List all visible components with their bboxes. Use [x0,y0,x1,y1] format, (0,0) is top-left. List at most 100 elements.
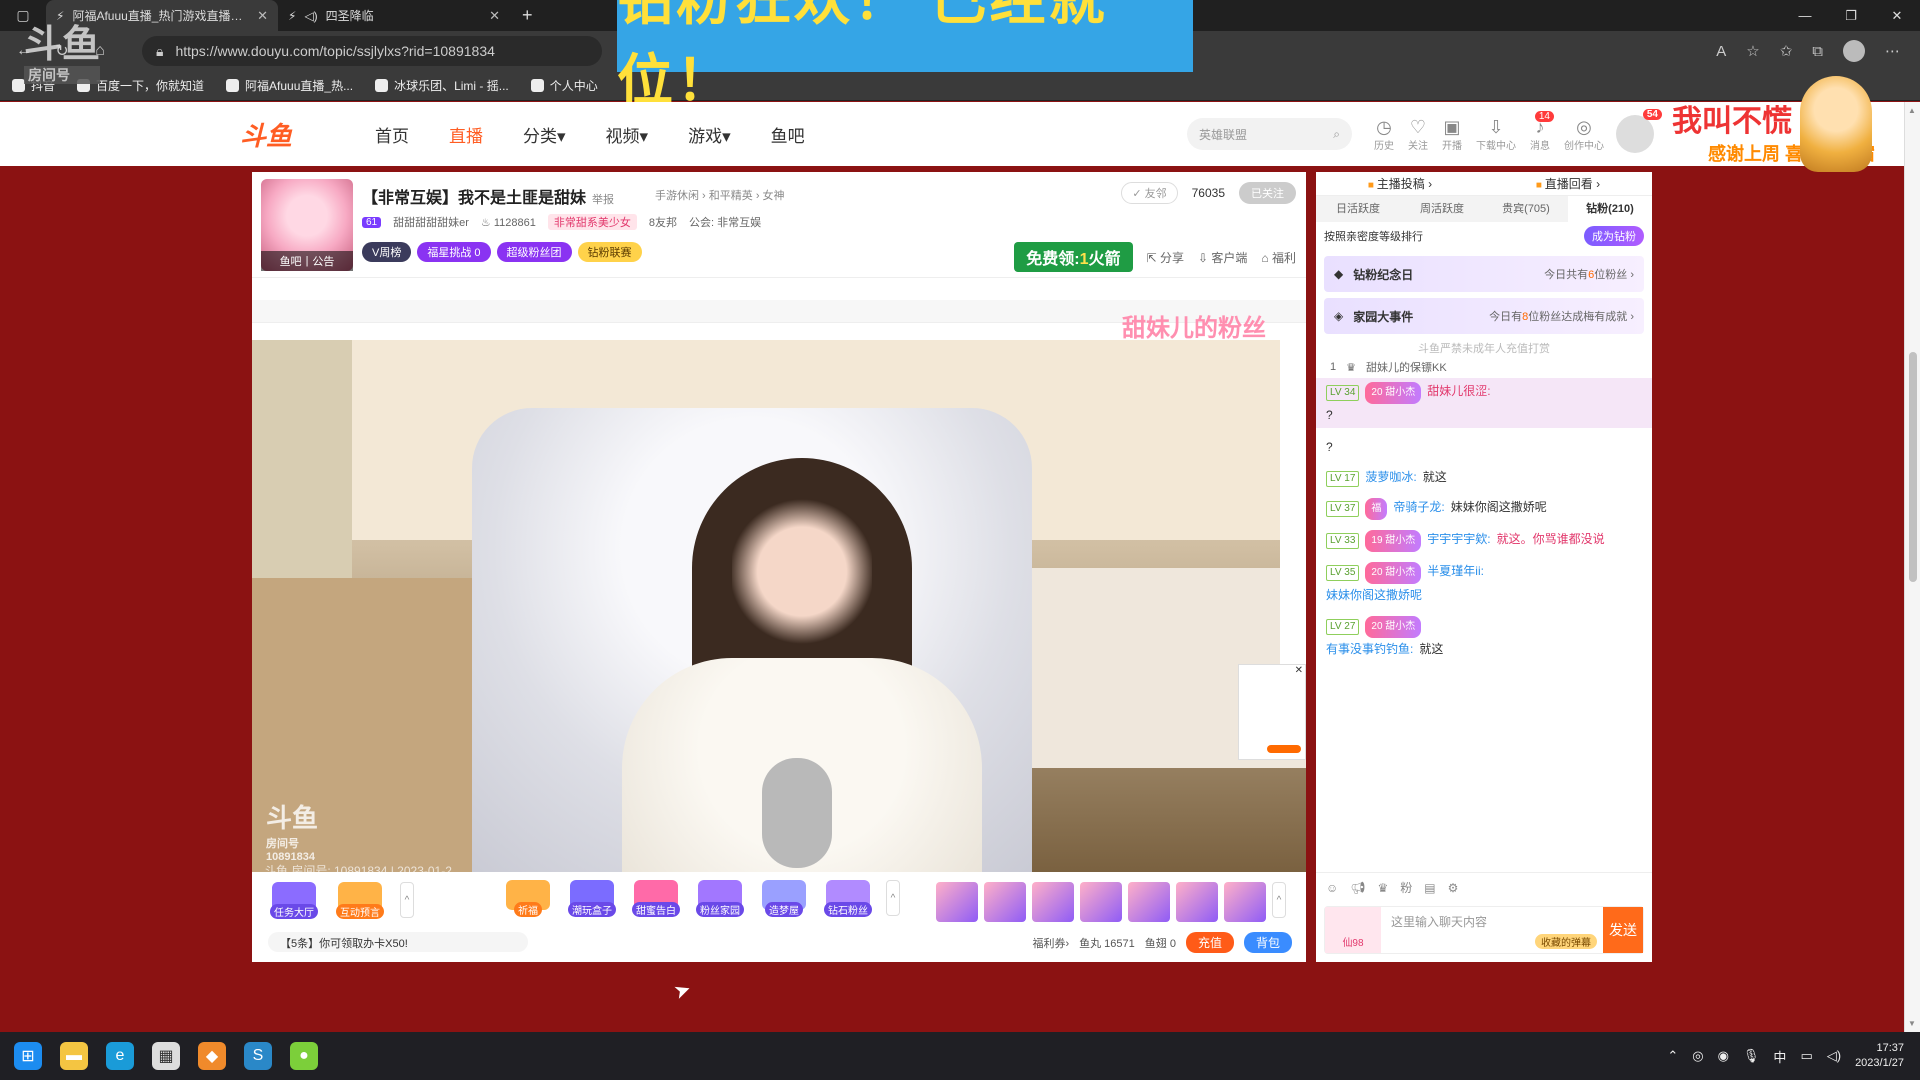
search-icon[interactable]: ⌕ [1333,127,1340,142]
task-tip[interactable]: 【5条】你可领取办卡X50! [268,932,528,952]
diamond-fan-button[interactable]: 钻石粉丝 [822,880,874,917]
network-icon[interactable]: ▭ [1800,1048,1812,1064]
chat-message[interactable]: ? [1326,436,1642,458]
tool-broadcast[interactable]: ▣ 开播 [1442,117,1462,152]
weekly-rank-pill[interactable]: V周榜 [362,242,412,262]
tab-daily[interactable]: 日活跃度 [1316,196,1400,222]
collapse-arrow-icon[interactable]: ^ [400,882,414,918]
sweet-confession-button[interactable]: 甜蜜告白 [630,880,682,917]
search-input[interactable]: 英雄联盟 ⌕ [1187,118,1352,150]
fan-title-badge[interactable]: 非常甜系美少女 [547,214,637,230]
menu-item-category[interactable]: 分类▾ [523,122,566,147]
microphone-icon[interactable]: 🎙︎ [1743,1048,1760,1064]
free-rocket-button[interactable]: 免费领:1火箭 [1014,242,1133,272]
close-tab-icon[interactable]: ✕ [489,8,500,24]
super-fan-pill[interactable]: 超级粉丝团 [496,242,572,262]
fan-home-button[interactable]: 粉丝家园 [694,880,746,917]
scrollbar-thumb[interactable] [1909,352,1917,582]
read-aloud-icon[interactable]: A [1716,43,1726,60]
collections-icon[interactable]: ⧉ [1812,43,1823,60]
report-link[interactable]: 举报 [592,194,614,206]
chat-message[interactable]: LV 33 19 甜小杰 宇宇宇宇欸: 就这。你骂谁都没说 [1326,528,1642,552]
gift-item[interactable] [1128,882,1170,922]
gift-item[interactable] [984,882,1026,922]
home-event-card[interactable]: ◈ 家园大事件 今日有8位粉丝达成梅有成就 › [1324,298,1644,334]
category-breadcrumb[interactable]: 手游休闲 › 和平精英 › 女神 [655,187,785,203]
speaker-icon[interactable]: ◁) [304,9,317,23]
volume-icon[interactable]: ◁) [1827,1048,1841,1064]
fan-icon[interactable]: 粉 [1400,879,1412,896]
follow-button[interactable]: 已关注 [1239,182,1296,204]
guild-label[interactable]: 公会: 非常互娱 [689,214,761,230]
lucky-star-pill[interactable]: 福星挑战 0 [417,242,491,262]
crown-icon[interactable]: ♛ [1378,881,1389,895]
diamond-league-pill[interactable]: 钻粉联赛 [577,242,642,262]
chat-user-avatar[interactable]: 仙98 [1325,907,1381,953]
welfare-coupon-link[interactable]: 福利券› [1032,935,1069,951]
menu-item-yuba[interactable]: 鱼吧 [771,122,805,147]
emoji-icon[interactable]: ☺ [1326,881,1338,895]
video-stream[interactable]: 甜妹儿的粉丝 ✕ 斗鱼 房间号 10891834 斗鱼 房间号: 10891834 … [252,278,1306,872]
bookmark-item[interactable]: 冰球乐团、Limi - 摇... [375,77,509,94]
client-button[interactable]: ⇩ 客户端 [1198,249,1247,266]
menu-item-live[interactable]: 直播 [449,122,483,147]
menu-item-home[interactable]: 首页 [375,122,409,147]
close-window-icon[interactable]: ✕ [1874,8,1920,24]
tab-diamond[interactable]: 钻粉(210) [1568,196,1652,222]
pray-button[interactable]: 祈福 [502,880,554,917]
douyu-logo[interactable]: 斗鱼 [240,116,320,153]
user-avatar[interactable]: 54 [1616,109,1662,153]
bookmark-item[interactable]: 个人中心 [530,77,598,94]
tool-messages[interactable]: ♪ 14 消息 [1530,110,1554,152]
system-clock[interactable]: 17:37 2023/1/27 [1855,1041,1904,1071]
chat-message[interactable]: LV 34 20 甜小杰 甜妹儿很涩:? [1316,378,1652,428]
tool-download[interactable]: ⇩ 下载中心 [1476,117,1516,152]
tool-creator[interactable]: ◎ 创作中心 [1564,117,1604,152]
close-tab-icon[interactable]: ✕ [257,8,268,24]
tab-weekly[interactable]: 周活跃度 [1400,196,1484,222]
gift-item[interactable] [1176,882,1218,922]
favorites-icon[interactable]: ✩ [1780,42,1793,60]
gift-item[interactable] [1224,882,1266,922]
scroll-down-icon[interactable]: ▼ [1908,1019,1916,1028]
url-field[interactable]: 🔒︎ https://www.douyu.com/topic/ssjlylxs?… [142,36,602,66]
tool-history[interactable]: ◷ 历史 [1374,117,1394,152]
be-diamond-button[interactable]: 成为钻粉 [1584,226,1644,246]
profile-avatar[interactable] [1843,40,1865,62]
gear-icon[interactable]: ⚙ [1448,881,1459,895]
more-icon[interactable]: ⋯ [1885,42,1900,60]
chat-message[interactable]: LV 27 20 甜小杰 有事没事钓钓鱼: 就这 [1326,614,1642,660]
badge-icon[interactable]: ▤ [1424,881,1435,895]
send-button[interactable]: 发送 [1603,907,1643,953]
page-scrollbar[interactable]: ▲ ▼ [1904,102,1920,1032]
backpack-button[interactable]: 背包 [1243,932,1292,953]
predict-button[interactable]: 互动预言 [334,882,386,919]
rank-row[interactable]: 1 ♛ 甜妹儿的保镖KK [1316,356,1652,378]
gift-item[interactable] [1032,882,1074,922]
chat-message[interactable]: LV 35 20 甜小杰 半夏瑾年ii: 妹妹你阁这撒娇呢 [1326,560,1642,606]
menu-item-video[interactable]: 视频▾ [606,122,649,147]
store-icon[interactable]: ▦ [152,1042,180,1070]
ime-indicator[interactable]: 中 [1773,1047,1786,1066]
friends-count[interactable]: 8友邦 [649,214,677,230]
megaphone-icon[interactable]: 📢︎ [1350,881,1365,895]
s-icon[interactable]: S [244,1042,272,1070]
tray-app-icon[interactable]: ◎ [1692,1048,1703,1064]
collapse-arrow-icon[interactable]: ^ [886,880,900,916]
chat-message[interactable]: LV 37 福帝骑子龙: 妹妹你阁这撒娇呢 [1326,496,1642,520]
chat-message[interactable]: LV 17 菠萝咖冰: 就这 [1326,466,1642,488]
folder-icon[interactable]: ▬ [60,1042,88,1070]
app-icon[interactable]: ◆ [198,1042,226,1070]
trendy-box-button[interactable]: 潮玩盒子 [566,880,618,917]
task-hall-button[interactable]: 任务大厅 [268,882,320,919]
collapse-arrow-icon[interactable]: ^ [1272,882,1286,918]
edge-icon[interactable]: e [106,1042,134,1070]
tab-vip[interactable]: 贵宾(705) [1484,196,1568,222]
anchor-posts-link[interactable]: 主播投稿 › [1368,175,1432,192]
tray-chevron-icon[interactable]: ⌃ [1667,1048,1678,1064]
minimize-icon[interactable]: — [1782,8,1828,24]
new-tab-button[interactable]: + [510,5,545,26]
ball-icon[interactable]: ● [290,1042,318,1070]
replay-link[interactable]: 直播回看 › [1536,175,1600,192]
favorite-star-icon[interactable]: ☆ [1746,42,1759,60]
